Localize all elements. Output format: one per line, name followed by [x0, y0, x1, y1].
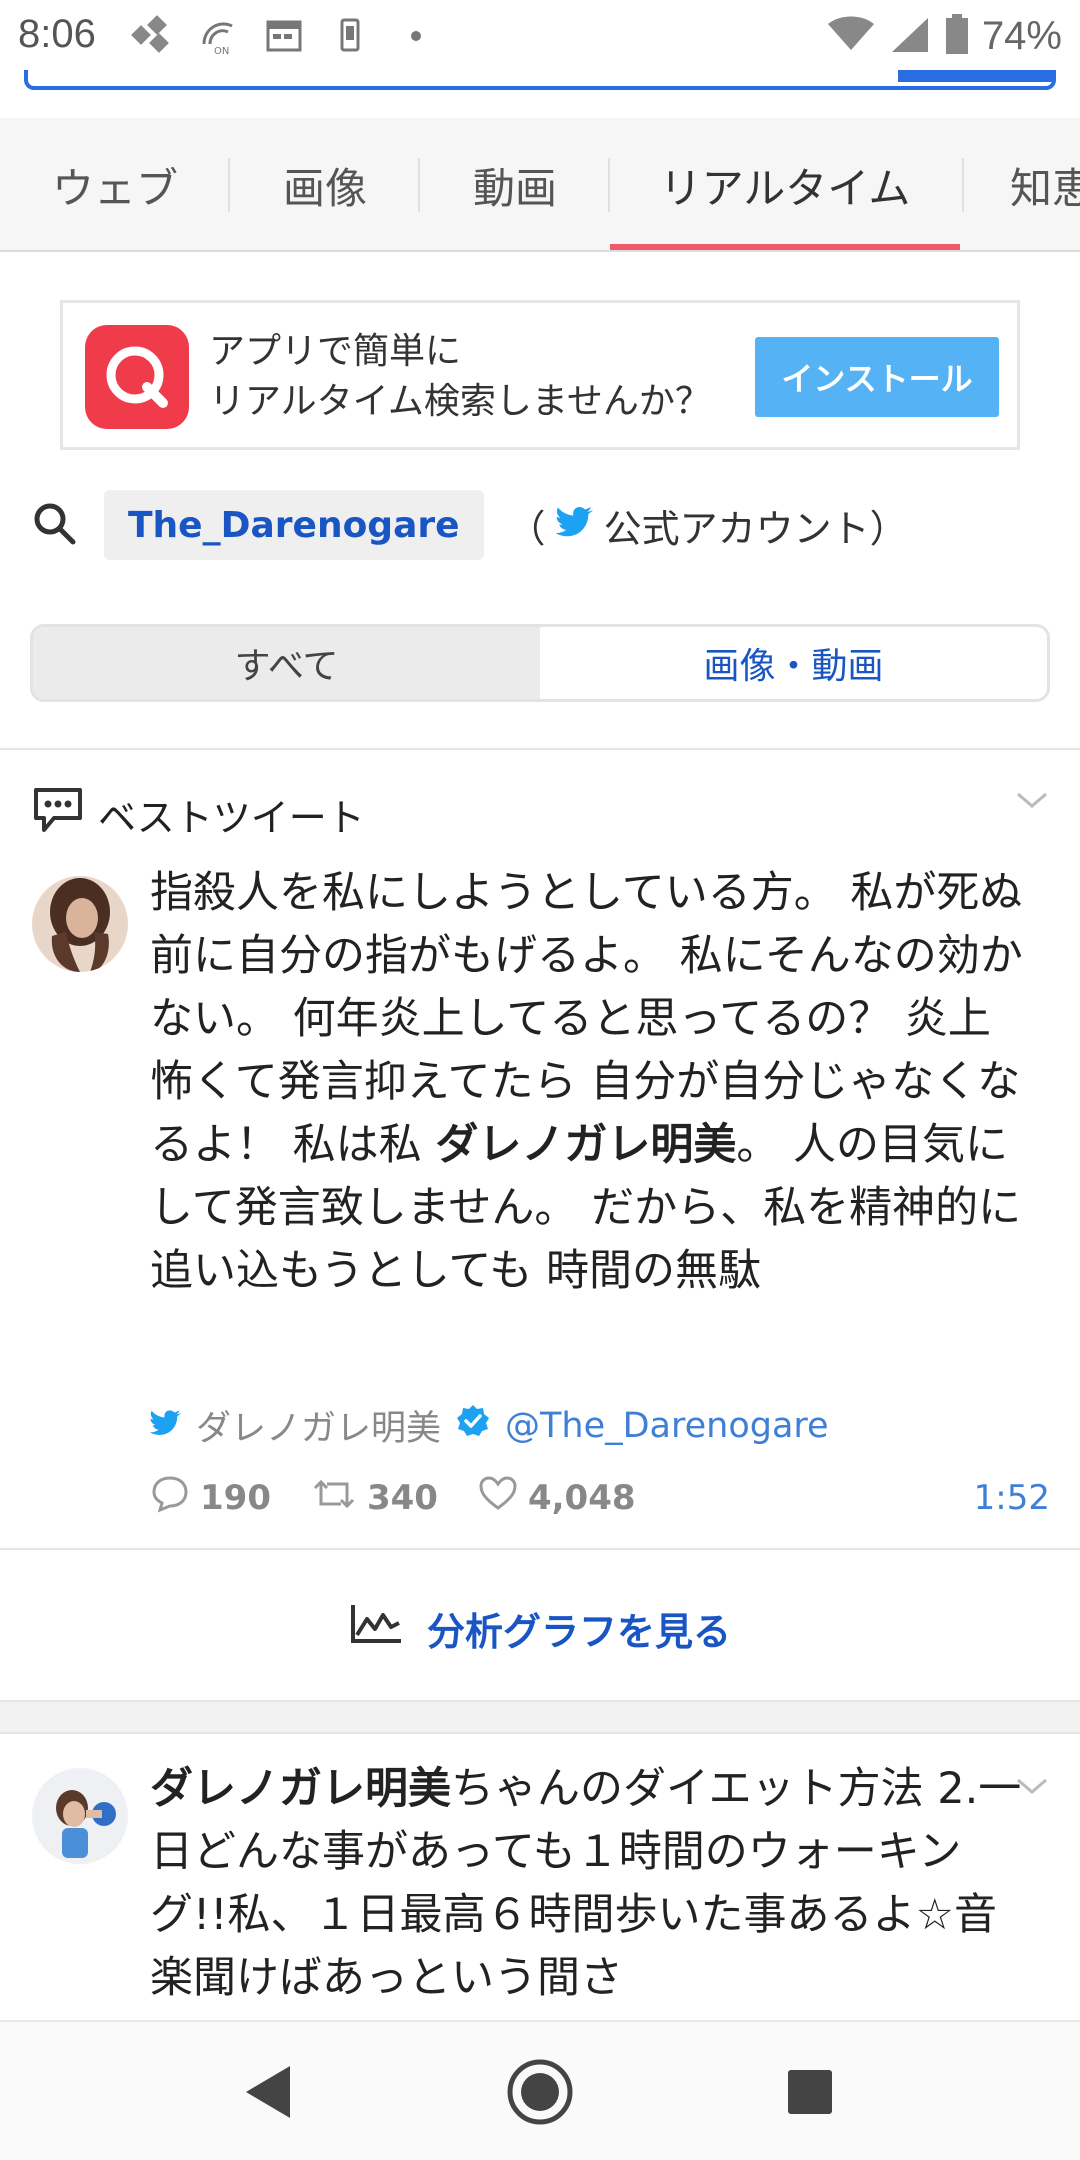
tab-videos[interactable]: 動画	[420, 118, 610, 250]
retweet-stat[interactable]: 340	[311, 1474, 438, 1523]
wifi-icon	[826, 12, 876, 60]
query-official-account: （ 公式アカウント）	[508, 498, 908, 553]
install-button[interactable]: インストール	[755, 337, 999, 417]
tab-label: 画像	[282, 163, 367, 213]
highlighted-name: ダレノガレ明美	[150, 1764, 451, 1814]
tab-label: 知恵	[1010, 163, 1080, 213]
banner-line2: リアルタイム検索しませんか？	[209, 381, 711, 422]
progress-fill	[898, 70, 1052, 82]
avatar[interactable]	[32, 1768, 128, 1864]
tweet-stats: 190 340 4,048 1:52	[150, 1472, 1050, 1524]
section-gap	[0, 1700, 1080, 1734]
svg-text:ON: ON	[214, 46, 229, 57]
reply-stat[interactable]: 190	[150, 1474, 271, 1523]
best-tweet-header: ベストツイート	[32, 786, 365, 843]
query-chip[interactable]: The_Darenogare	[104, 490, 484, 560]
media-filter-segment: すべて 画像・動画	[30, 624, 1050, 702]
status-time: 8:06	[18, 12, 96, 56]
signal-icon	[888, 12, 932, 60]
analysis-graph-link[interactable]: 分析グラフを見る	[0, 1560, 1080, 1696]
search-query: The_Darenogare （ 公式アカウント）	[30, 490, 1050, 560]
status-bar: 8:06 ON 74%	[0, 0, 1080, 72]
section-divider	[0, 1548, 1080, 1550]
reply-icon	[150, 1474, 190, 1523]
tab-images[interactable]: 画像	[230, 118, 420, 250]
dot-icon	[394, 14, 438, 58]
author-handle: @The_Darenogare	[505, 1405, 829, 1446]
search-bar-progress	[24, 70, 1056, 90]
home-button[interactable]	[500, 2052, 580, 2132]
graph-link-label: 分析グラフを見る	[426, 1609, 731, 1654]
tweet-author[interactable]: ダレノガレ明美 @The_Darenogare	[149, 1400, 829, 1451]
status-icons: ON	[130, 14, 438, 58]
app-install-banner[interactable]: アプリで簡単に リアルタイム検索しませんか？ インストール	[60, 300, 1020, 450]
retweet-count: 340	[366, 1478, 438, 1518]
yahoo-realtime-app-icon	[85, 325, 189, 429]
twitter-bird-icon	[555, 503, 594, 547]
status-right: 74%	[826, 12, 1062, 60]
battery-percent: 74%	[981, 13, 1062, 58]
segment-all[interactable]: すべて	[33, 627, 540, 699]
highlighted-name: ダレノガレ明美	[435, 1120, 737, 1170]
avatar[interactable]	[32, 876, 128, 972]
twitter-bird-icon	[149, 1406, 182, 1446]
paren-open: （	[507, 506, 546, 551]
official-account-label: 公式アカウント）	[603, 506, 908, 551]
tab-divider	[962, 158, 964, 212]
banner-line1: アプリで簡単に	[209, 331, 462, 372]
best-tweet-title: ベストツイート	[98, 796, 365, 840]
app-notification-icon	[130, 14, 174, 58]
author-name: ダレノガレ明美	[196, 1409, 442, 1449]
reply-count: 190	[200, 1478, 271, 1518]
segment-media[interactable]: 画像・動画	[540, 627, 1047, 699]
best-tweet-text[interactable]: 指殺人を私にしようとしている方。 私が死ぬ前に自分の指がもげるよ。 私にそんなの…	[150, 862, 1030, 1303]
section-divider	[0, 748, 1080, 750]
tab-label: 動画	[472, 163, 557, 213]
line-graph-icon	[349, 1603, 403, 1654]
speech-bubble-icon	[32, 786, 84, 843]
retweet-icon	[311, 1474, 357, 1523]
heart-icon	[478, 1474, 518, 1523]
nfc-on-icon: ON	[196, 14, 240, 58]
tweet-time[interactable]: 1:52	[974, 1478, 1050, 1518]
tab-chiebukuro[interactable]: 知恵	[1010, 118, 1080, 250]
calendar-icon	[262, 14, 306, 58]
tab-realtime[interactable]: リアルタイム	[610, 118, 960, 250]
android-nav-bar	[0, 2020, 1080, 2160]
banner-text: アプリで簡単に リアルタイム検索しませんか？	[209, 327, 711, 427]
chevron-down-icon[interactable]	[1014, 782, 1050, 818]
search-tabs: ウェブ 画像 動画 リアルタイム 知恵	[0, 118, 1080, 252]
tab-web[interactable]: ウェブ	[0, 118, 230, 250]
verified-badge-icon	[455, 1403, 491, 1448]
tweet-text[interactable]: ダレノガレ明美ちゃんのダイエット方法 2.一日どんな事があっても１時間のウォーキ…	[150, 1758, 1030, 2010]
recents-button[interactable]	[770, 2052, 850, 2132]
back-button[interactable]	[228, 2052, 308, 2132]
search-icon	[30, 499, 78, 551]
tab-label: リアルタイム	[659, 163, 911, 213]
like-count: 4,048	[527, 1478, 636, 1518]
tab-label: ウェブ	[51, 163, 178, 213]
battery-icon	[944, 12, 970, 60]
like-stat[interactable]: 4,048	[478, 1474, 636, 1523]
phone-vibrate-icon	[328, 14, 372, 58]
